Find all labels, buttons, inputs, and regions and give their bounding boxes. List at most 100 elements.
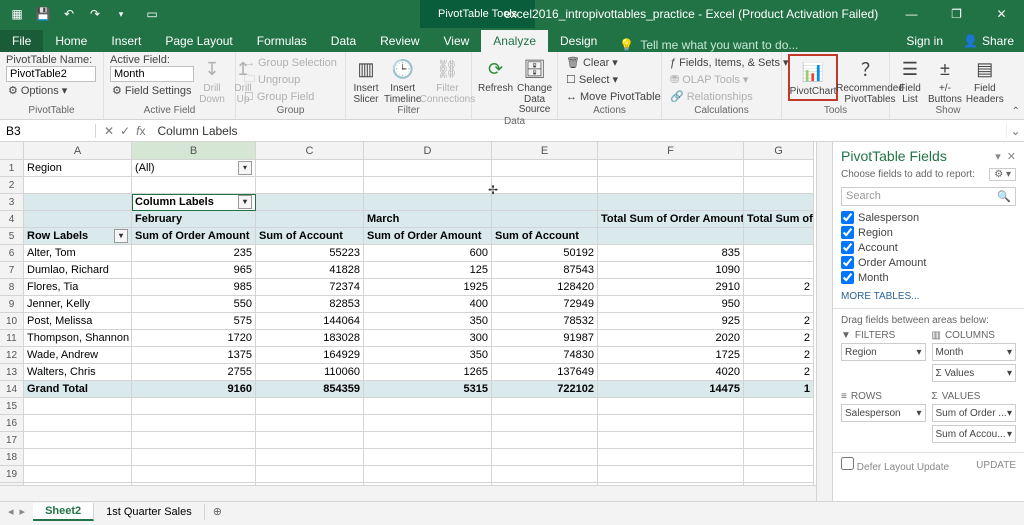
field-item[interactable]: Order Amount [841, 255, 1016, 270]
cell[interactable] [492, 177, 598, 194]
select-button[interactable]: ☐ Select ▾ [564, 71, 620, 88]
field-search-input[interactable]: Search🔍 [841, 187, 1016, 206]
field-list-button[interactable]: ☰Field List [896, 54, 924, 105]
cell[interactable]: 350 [364, 347, 492, 364]
cell[interactable]: 144064 [256, 313, 364, 330]
tab-design[interactable]: Design [548, 30, 609, 52]
cell[interactable]: 128420 [492, 279, 598, 296]
cell[interactable] [744, 194, 814, 211]
horizontal-scrollbar[interactable] [0, 485, 816, 501]
cell[interactable]: February [132, 211, 256, 228]
cell[interactable] [744, 228, 814, 245]
cell[interactable]: 2910 [598, 279, 744, 296]
undo-button[interactable]: ↶ [58, 3, 80, 25]
field-checkbox[interactable] [841, 271, 854, 284]
active-field-input[interactable] [110, 66, 194, 82]
cell[interactable]: (All)▾ [132, 160, 256, 177]
cell[interactable] [598, 398, 744, 415]
cell[interactable] [256, 194, 364, 211]
row-header[interactable]: 11 [0, 330, 24, 347]
row-header[interactable]: 15 [0, 398, 24, 415]
cell[interactable]: 722102 [492, 381, 598, 398]
cell[interactable]: 1 [744, 381, 814, 398]
cell[interactable] [256, 483, 364, 485]
cell[interactable]: 575 [132, 313, 256, 330]
cell[interactable] [24, 177, 132, 194]
tab-formulas[interactable]: Formulas [245, 30, 319, 52]
cell[interactable] [598, 449, 744, 466]
cell[interactable] [744, 262, 814, 279]
field-settings-button[interactable]: ⚙ Field Settings [110, 82, 194, 99]
field-item[interactable]: Salesperson [841, 210, 1016, 225]
collapse-ribbon-button[interactable]: ⌃ [1012, 106, 1020, 117]
cell[interactable]: 78532 [492, 313, 598, 330]
sheet-tab-active[interactable]: Sheet2 [33, 503, 94, 521]
row-header[interactable]: 17 [0, 432, 24, 449]
cell[interactable]: Grand Total [24, 381, 132, 398]
row-header[interactable]: 3 [0, 194, 24, 211]
cell[interactable] [24, 466, 132, 483]
cell[interactable]: 14475 [598, 381, 744, 398]
row-header[interactable]: 9 [0, 296, 24, 313]
field-item[interactable]: Account [841, 240, 1016, 255]
row-header[interactable]: 19 [0, 466, 24, 483]
filters-area-item[interactable]: Region▾ [841, 343, 926, 361]
cell[interactable] [364, 194, 492, 211]
cell[interactable] [132, 177, 256, 194]
tab-view[interactable]: View [432, 30, 482, 52]
cell[interactable]: 137649 [492, 364, 598, 381]
cell[interactable]: 164929 [256, 347, 364, 364]
tab-page-layout[interactable]: Page Layout [153, 30, 244, 52]
more-tables-link[interactable]: MORE TABLES... [833, 289, 1024, 308]
group-field-button[interactable]: ☐ Group Field [242, 88, 316, 105]
rows-drop[interactable] [841, 425, 926, 439]
filter-dropdown[interactable]: ▾ [238, 195, 252, 209]
fx-icon[interactable]: fx [136, 124, 145, 138]
insert-timeline-button[interactable]: 🕒Insert Timeline [384, 54, 421, 105]
cell[interactable]: Total Sum of Order Amount [598, 211, 744, 228]
row-header[interactable]: 16 [0, 415, 24, 432]
cell[interactable] [364, 177, 492, 194]
cell[interactable]: Sum of Order Amount [364, 228, 492, 245]
cell[interactable] [744, 296, 814, 313]
cell[interactable] [256, 177, 364, 194]
cell[interactable]: 41828 [256, 262, 364, 279]
tell-me-box[interactable]: 💡Tell me what you want to do... [619, 38, 798, 52]
cell[interactable] [256, 432, 364, 449]
cell[interactable]: Sum of Account [256, 228, 364, 245]
cell[interactable] [744, 449, 814, 466]
row-header[interactable]: 8 [0, 279, 24, 296]
row-header[interactable]: 14 [0, 381, 24, 398]
filter-connections-button[interactable]: ⛓Filter Connections [425, 54, 469, 105]
col-header[interactable]: F [598, 142, 744, 160]
row-header[interactable]: 12 [0, 347, 24, 364]
row-header[interactable]: 20 [0, 483, 24, 485]
cell[interactable] [132, 449, 256, 466]
olap-tools-button[interactable]: ⛃ OLAP Tools ▾ [668, 71, 750, 88]
cell[interactable] [256, 449, 364, 466]
cell[interactable]: 125 [364, 262, 492, 279]
cell[interactable] [364, 160, 492, 177]
cell[interactable]: Column Labels▾ [132, 194, 256, 211]
close-button[interactable]: ✕ [979, 0, 1024, 28]
field-item[interactable]: Region [841, 225, 1016, 240]
cell[interactable]: Sum of Account [492, 228, 598, 245]
cell[interactable] [132, 466, 256, 483]
move-pivottable-button[interactable]: ↔ Move PivotTable [564, 88, 663, 105]
cell[interactable]: Thompson, Shannon [24, 330, 132, 347]
col-header[interactable]: A [24, 142, 132, 160]
cell[interactable] [24, 211, 132, 228]
cell[interactable]: 5315 [364, 381, 492, 398]
field-checkbox[interactable] [841, 241, 854, 254]
sheet-nav-prev[interactable]: ◂ [8, 505, 14, 518]
cell[interactable]: Wade, Andrew [24, 347, 132, 364]
cell[interactable] [492, 466, 598, 483]
row-header[interactable]: 10 [0, 313, 24, 330]
refresh-button[interactable]: ⟳Refresh [478, 54, 513, 95]
share-button[interactable]: 👤Share [953, 30, 1024, 52]
cell[interactable] [364, 432, 492, 449]
new-sheet-button[interactable]: ⊕ [205, 505, 230, 518]
cell[interactable] [744, 483, 814, 485]
columns-area-item[interactable]: Month▾ [932, 343, 1017, 361]
field-headers-button[interactable]: ▤Field Headers [966, 54, 1004, 105]
